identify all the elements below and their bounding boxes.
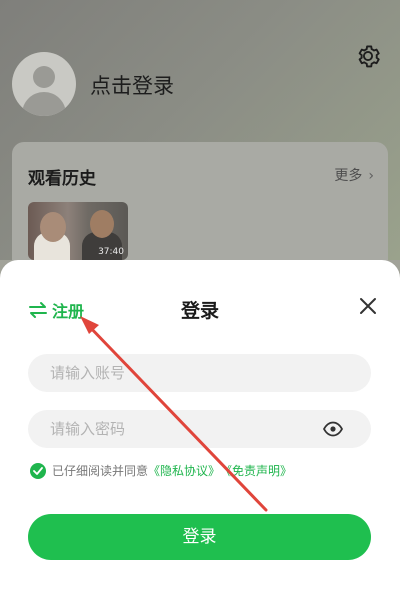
account-field[interactable] [28, 354, 371, 392]
avatar[interactable] [12, 52, 76, 116]
disclaimer-link[interactable]: 《免责声明》 [220, 462, 292, 479]
history-more-link[interactable]: 更多 › [334, 165, 374, 185]
thumbnail-figure [90, 210, 114, 238]
chevron-right-icon: › [368, 168, 374, 184]
thumbnail-figure [40, 212, 66, 242]
login-sheet: 注册 登录 已仔细阅读并同意 《隐私协议》 《免责声明》 登录 [0, 260, 400, 604]
privacy-link[interactable]: 《隐私协议》 [148, 462, 220, 479]
agreement-text: 已仔细阅读并同意 [52, 464, 149, 478]
check-icon [33, 466, 43, 475]
login-prompt[interactable]: 点击登录 [90, 70, 174, 100]
login-button[interactable]: 登录 [28, 514, 371, 560]
more-label: 更多 [334, 168, 363, 184]
close-icon[interactable] [358, 296, 378, 316]
history-thumbnail[interactable]: 37:40 [28, 202, 128, 260]
agreement-checkbox[interactable] [30, 462, 46, 479]
avatar-body-shape [22, 92, 66, 116]
password-input[interactable] [28, 410, 310, 448]
password-field[interactable] [28, 410, 371, 448]
account-input[interactable] [28, 354, 310, 392]
gear-icon[interactable] [354, 42, 382, 70]
agreement-row: 已仔细阅读并同意 《隐私协议》 《免责声明》 [30, 462, 292, 479]
login-title: 登录 [180, 300, 219, 322]
avatar-head-shape [33, 66, 55, 88]
video-duration: 37:40 [98, 247, 124, 257]
history-title: 观看历史 [28, 169, 96, 189]
eye-icon[interactable] [323, 421, 343, 437]
